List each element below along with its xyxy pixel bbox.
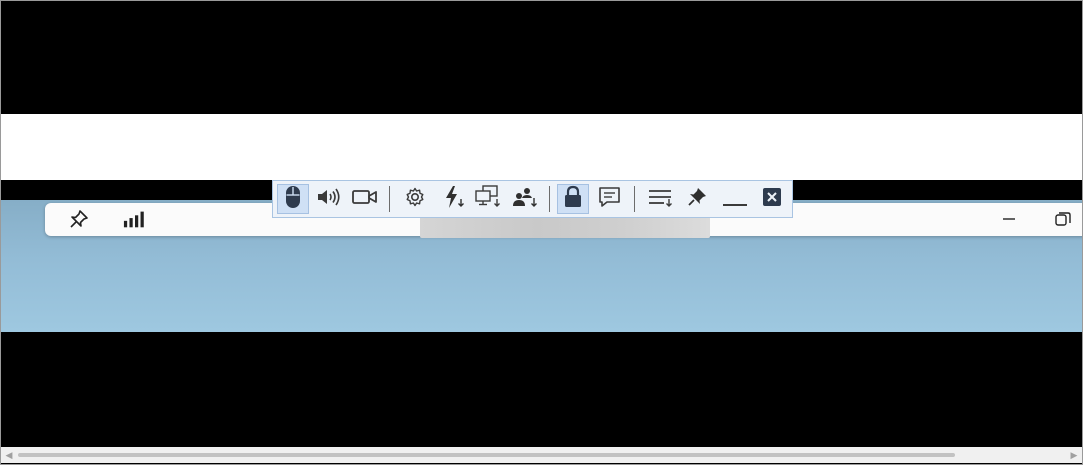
minimize-toolbar-icon bbox=[722, 186, 748, 213]
horizontal-scrollbar[interactable]: ◀ ▶ bbox=[1, 447, 1082, 463]
switch-user-button[interactable] bbox=[509, 184, 541, 214]
remote-screen-white-band bbox=[1, 114, 1082, 180]
menu-button[interactable] bbox=[645, 184, 677, 214]
remote-screen-bottom-area bbox=[1, 332, 1082, 447]
chat-button[interactable] bbox=[594, 184, 626, 214]
remote-control-toolbar bbox=[272, 180, 793, 218]
pin-icon[interactable] bbox=[67, 209, 91, 229]
toolbar-separator bbox=[634, 186, 635, 212]
scroll-left-arrow[interactable]: ◀ bbox=[2, 447, 16, 463]
pin-toolbar-button[interactable] bbox=[681, 184, 713, 214]
settings-button[interactable] bbox=[399, 184, 431, 214]
menu-list-icon bbox=[647, 186, 675, 213]
toolbar-separator bbox=[389, 186, 390, 212]
lock-button[interactable] bbox=[557, 184, 589, 214]
actions-lightning-icon bbox=[442, 185, 466, 214]
pin-toolbar-icon bbox=[686, 186, 708, 213]
camera-button[interactable] bbox=[349, 184, 381, 214]
signal-strength-icon bbox=[123, 209, 147, 229]
actions-button[interactable] bbox=[438, 184, 470, 214]
scroll-thumb[interactable] bbox=[18, 453, 955, 457]
close-session-button[interactable] bbox=[756, 184, 788, 214]
speaker-icon bbox=[316, 186, 342, 213]
minimize-toolbar-button[interactable] bbox=[719, 184, 751, 214]
close-session-icon bbox=[761, 186, 783, 213]
chat-icon bbox=[598, 185, 622, 214]
toolbar-separator bbox=[549, 186, 550, 212]
audio-button[interactable] bbox=[313, 184, 345, 214]
switch-monitor-icon bbox=[474, 184, 502, 214]
remote-screen-top-area bbox=[1, 1, 1082, 114]
switch-user-icon bbox=[511, 185, 539, 214]
camera-icon bbox=[351, 186, 379, 213]
mouse-icon bbox=[282, 185, 304, 214]
scroll-right-arrow[interactable]: ▶ bbox=[1067, 447, 1081, 463]
minimize-icon[interactable] bbox=[997, 209, 1021, 229]
restore-icon[interactable] bbox=[1051, 209, 1075, 229]
lock-icon bbox=[562, 185, 584, 214]
settings-gear-icon bbox=[404, 186, 426, 213]
switch-monitor-button[interactable] bbox=[472, 184, 504, 214]
mouse-button[interactable] bbox=[277, 184, 309, 214]
